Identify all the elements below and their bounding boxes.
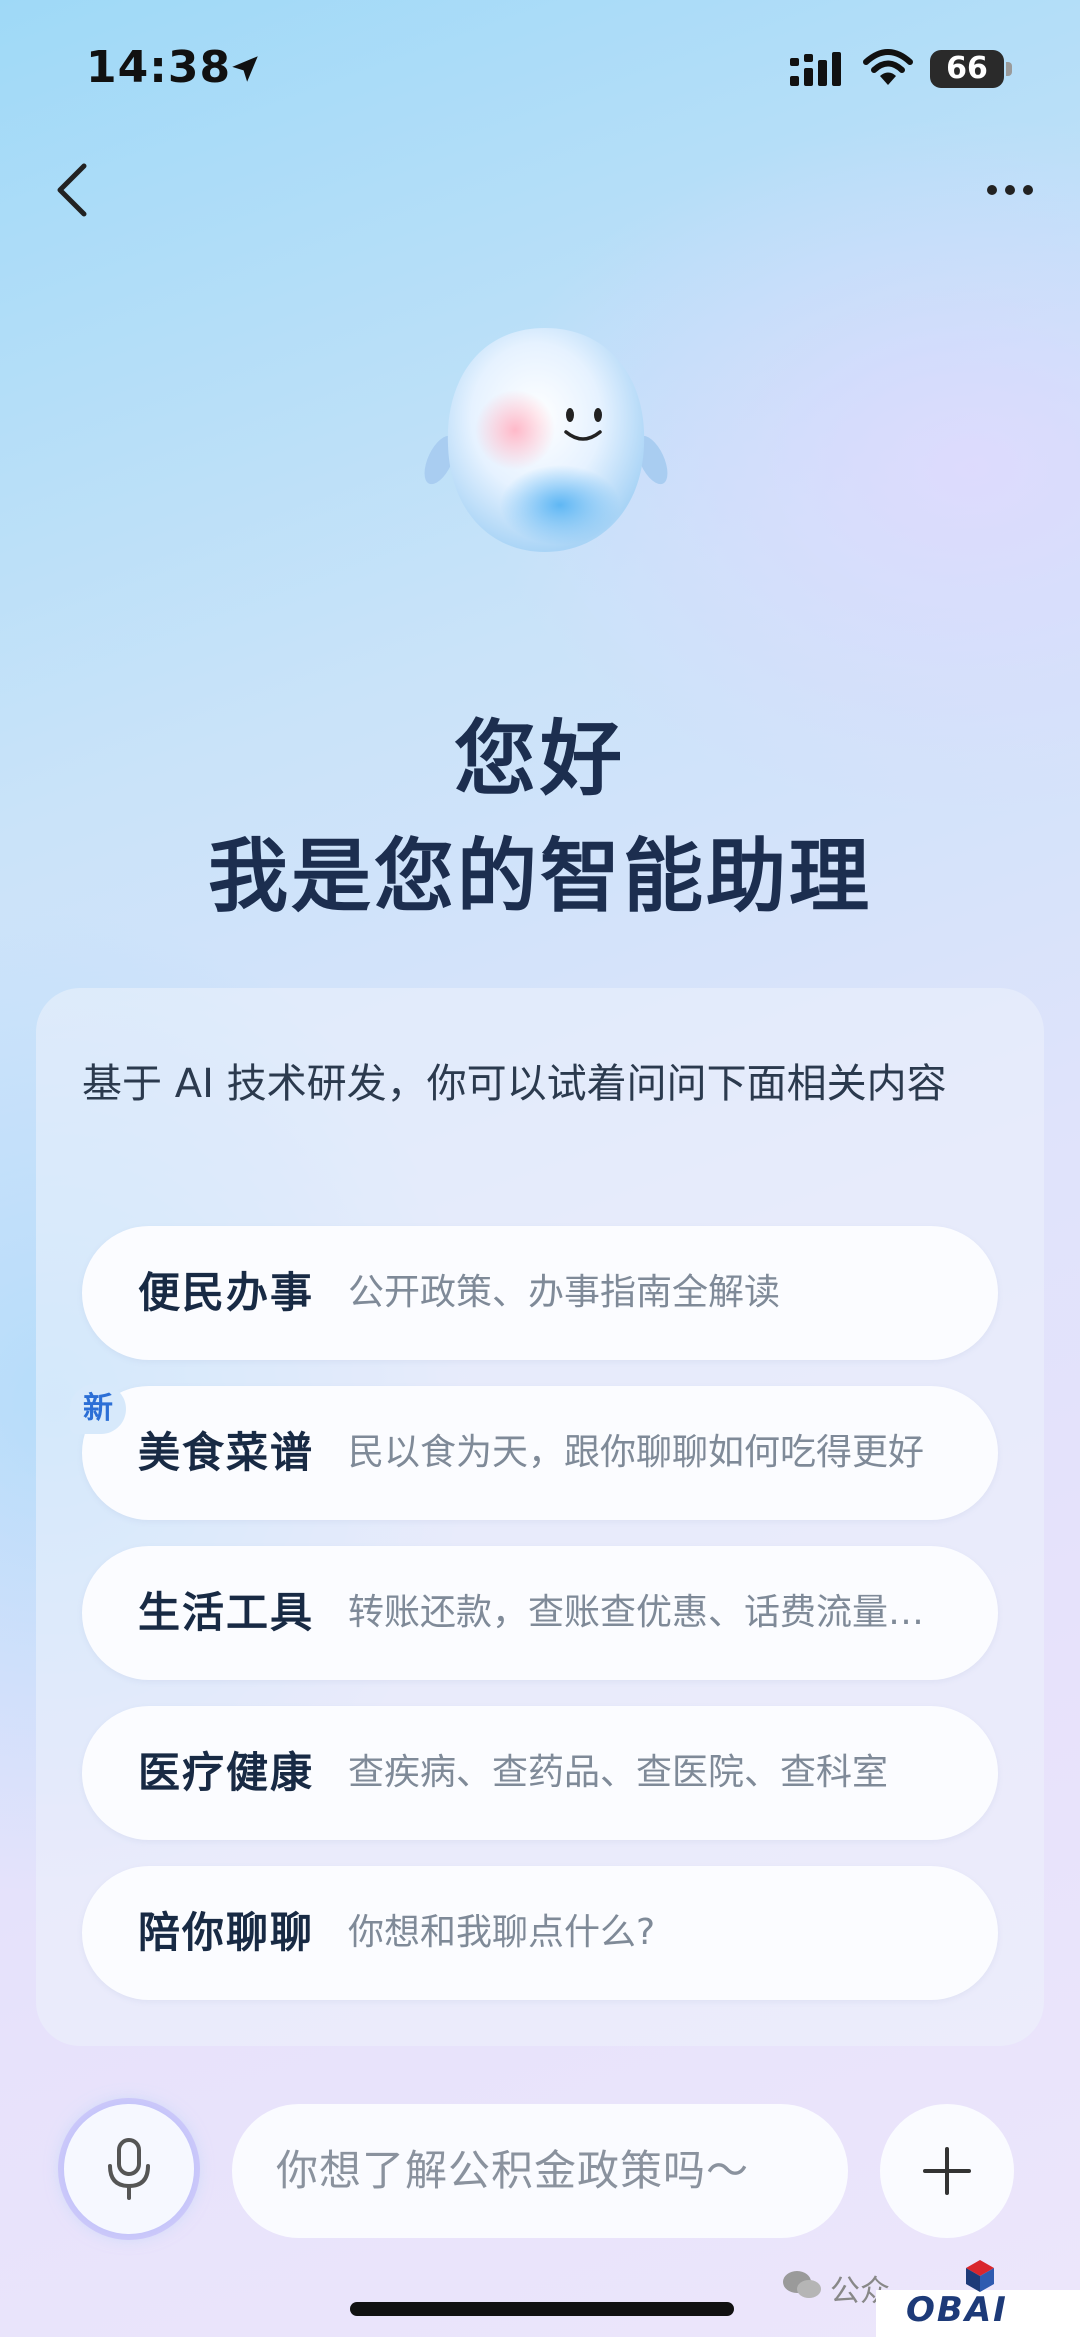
home-indicator[interactable]: [350, 2302, 734, 2316]
topic-title: 生活工具: [138, 1588, 315, 1637]
logo-text: OBAI: [906, 2290, 1008, 2330]
topic-description: 转账还款，查账查优惠、话费流量…: [348, 1592, 925, 1633]
greeting-title: 您好: [453, 712, 626, 807]
message-input-placeholder: 你想了解公积金政策吗～: [276, 2146, 750, 2195]
wechat-icon: [783, 2271, 821, 2298]
topic-card-life-tools[interactable]: 生活工具 转账还款，查账查优惠、话费流量…: [82, 1546, 998, 1680]
topic-description: 民以食为天，跟你聊聊如何吃得更好: [348, 1432, 925, 1473]
topic-card-health[interactable]: 医疗健康 查疾病、查药品、查医院、查科室: [82, 1706, 998, 1840]
assistant-mascot-icon: [424, 328, 668, 552]
topic-title: 医疗健康: [138, 1748, 315, 1797]
more-options-button[interactable]: [980, 170, 1040, 210]
new-badge: 新: [70, 1384, 126, 1434]
topic-card-recipes[interactable]: 美食菜谱 民以食为天，跟你聊聊如何吃得更好: [82, 1386, 998, 1520]
location-arrow-icon: [232, 56, 258, 82]
topic-card-civic-services[interactable]: 便民办事 公开政策、办事指南全解读: [82, 1226, 998, 1360]
topic-title: 便民办事: [138, 1268, 315, 1317]
greeting-subtitle: 我是您的智能助理: [208, 830, 872, 923]
intro-text: 基于 AI 技术研发，你可以试着问问下面相关内容: [82, 1061, 947, 1107]
topic-card-chat[interactable]: 陪你聊聊 你想和我聊点什么?: [82, 1866, 998, 2000]
voice-input-button[interactable]: [64, 2104, 194, 2234]
wifi-icon: [863, 49, 913, 85]
plus-icon: [923, 2147, 971, 2195]
battery-indicator: 66: [930, 50, 1004, 88]
microphone-icon: [108, 2138, 150, 2200]
topic-description: 你想和我聊点什么?: [348, 1912, 656, 1953]
status-bar: 14:38 66: [0, 0, 1080, 140]
message-input[interactable]: 你想了解公积金政策吗～: [232, 2104, 848, 2238]
cellular-signal-icon: [790, 52, 841, 86]
battery-nub: [1006, 62, 1012, 76]
status-time: 14:38: [86, 42, 232, 93]
topic-title: 陪你聊聊: [138, 1908, 315, 1957]
add-button[interactable]: [880, 2104, 1014, 2238]
topic-title: 美食菜谱: [138, 1428, 315, 1477]
topic-description: 公开政策、办事指南全解读: [348, 1272, 781, 1313]
topic-description: 查疾病、查药品、查医院、查科室: [348, 1752, 889, 1793]
obai-logo: OBAI: [876, 2260, 1080, 2337]
back-button[interactable]: [48, 160, 98, 220]
